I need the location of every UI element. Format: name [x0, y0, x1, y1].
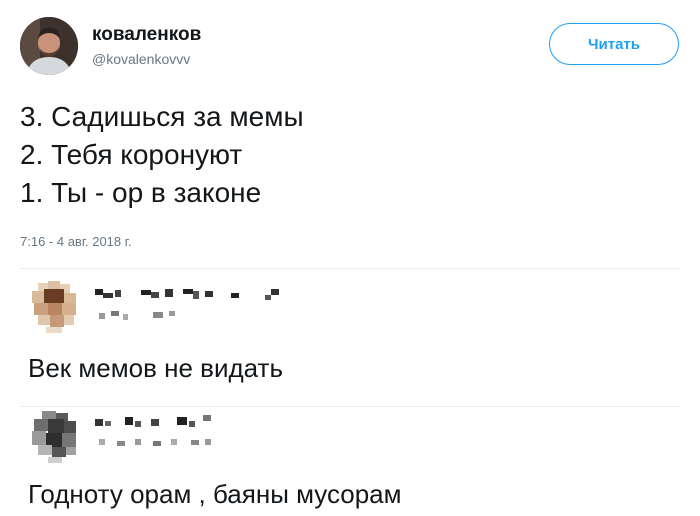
tweet-timestamp[interactable]: 7:16 - 4 авг. 2018 г. [20, 234, 132, 249]
tweet-line: 1. Ты - ор в законе [20, 177, 262, 208]
author-name[interactable]: коваленков [92, 24, 201, 46]
reply-avatar-blurred [24, 279, 84, 335]
reply-item: Годноту орам , баяны мусорам [0, 407, 700, 516]
author-avatar[interactable] [20, 17, 78, 75]
reply-text: Век мемов не видать [28, 353, 283, 383]
tweet-text: 3. Садишься за мемы 2. Тебя коронуют 1. … [20, 98, 304, 212]
tweet-line: 2. Тебя коронуют [20, 139, 243, 170]
tweet-line: 3. Садишься за мемы [20, 101, 304, 132]
reply-avatar-blurred [24, 409, 84, 465]
follow-button[interactable]: Читать [549, 23, 679, 65]
reply-author-blurred [95, 413, 295, 453]
author-photo [20, 17, 78, 75]
reply-author-blurred [95, 285, 295, 325]
reply-item: Век мемов не видать [0, 269, 700, 406]
reply-text: Годноту орам , баяны мусорам [28, 479, 402, 509]
author-handle[interactable]: @kovalenkovvv [92, 51, 190, 67]
tweet-card: коваленков @kovalenkovvv Читать 3. Садиш… [0, 0, 700, 268]
